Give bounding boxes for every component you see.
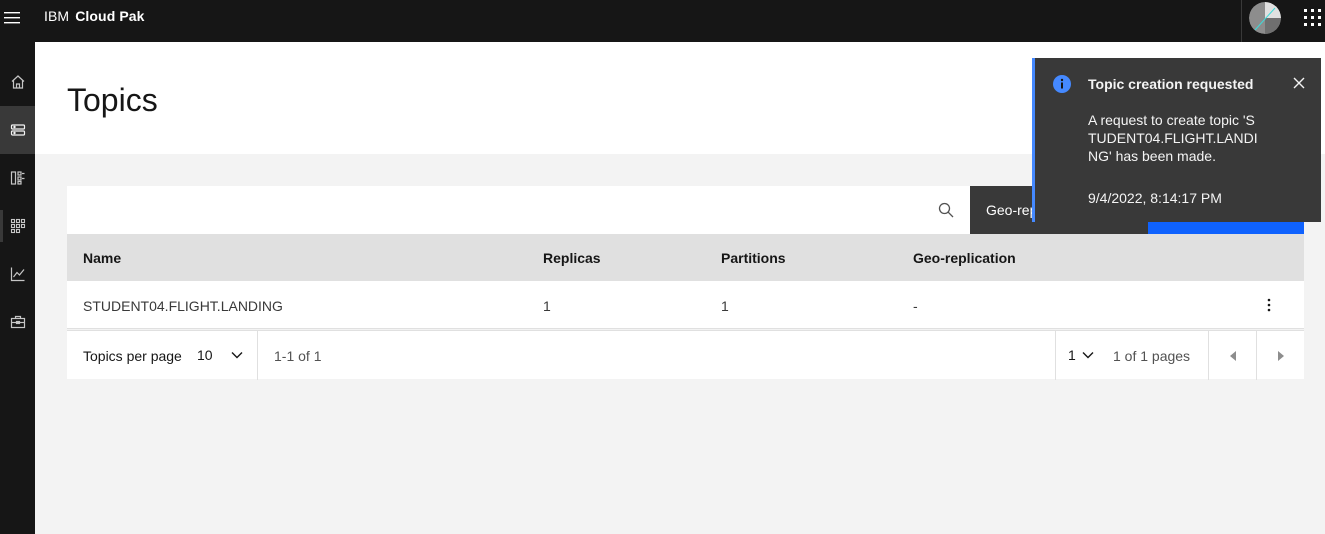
toast-notification: Topic creation requested A request to cr… xyxy=(1032,58,1321,222)
nav-item-home[interactable] xyxy=(0,58,35,106)
hamburger-menu-icon[interactable] xyxy=(0,0,24,36)
search-input[interactable] xyxy=(67,186,970,234)
toast-subtitle: A request to create topic 'STUDENT04.FLI… xyxy=(1088,112,1258,164)
item-range-text: 1-1 of 1 xyxy=(274,348,322,364)
toast-timestamp: 9/4/2022, 8:14:17 PM xyxy=(1088,190,1222,206)
replicas-cell: 1 xyxy=(543,298,551,314)
nav-item-schemas[interactable] xyxy=(0,154,35,202)
caret-left-icon xyxy=(1230,350,1236,361)
brand-prefix: IBM xyxy=(44,8,70,24)
previous-page-button[interactable] xyxy=(1209,331,1257,380)
info-icon xyxy=(1053,75,1071,93)
pagination-divider xyxy=(1055,331,1056,380)
items-per-page-value: 10 xyxy=(197,347,213,363)
items-per-page-select[interactable]: 10 xyxy=(197,339,257,371)
top-header: IBM Cloud Pak xyxy=(0,0,1325,42)
brand-name: Cloud Pak xyxy=(75,8,145,24)
pagination-divider xyxy=(257,331,258,380)
search-icon[interactable] xyxy=(936,200,956,220)
column-header-name[interactable]: Name xyxy=(83,250,121,266)
geo-replication-cell: - xyxy=(913,298,918,314)
pagination: Topics per page 10 1-1 of 1 1 1 of 1 pag… xyxy=(67,330,1305,380)
page-count-text: 1 of 1 pages xyxy=(1113,348,1191,364)
nav-item-topics[interactable] xyxy=(0,106,35,154)
toast-title: Topic creation requested xyxy=(1088,76,1254,92)
consumer-groups-icon xyxy=(10,218,25,234)
column-header-partitions[interactable]: Partitions xyxy=(721,250,786,266)
topic-name-cell[interactable]: STUDENT04.FLIGHT.LANDING xyxy=(83,298,283,314)
next-page-button[interactable] xyxy=(1257,331,1305,380)
close-icon[interactable] xyxy=(1289,73,1309,93)
chevron-down-icon xyxy=(231,351,243,359)
side-navigation xyxy=(0,42,35,534)
schema-icon xyxy=(10,171,24,185)
user-avatar-icon[interactable] xyxy=(1249,2,1281,34)
product-name[interactable]: IBM Cloud Pak xyxy=(44,8,145,24)
toolbox-icon xyxy=(10,315,25,329)
items-per-page-label: Topics per page xyxy=(83,348,182,364)
table-row[interactable]: STUDENT04.FLIGHT.LANDING 1 1 - xyxy=(67,281,1304,329)
table-header: Name Replicas Partitions Geo-replication xyxy=(67,234,1304,281)
column-header-geo-replication[interactable]: Geo-replication xyxy=(913,250,1016,266)
app-switcher-grid-icon[interactable] xyxy=(1301,6,1325,30)
caret-right-icon xyxy=(1278,350,1284,361)
topics-icon xyxy=(10,124,25,136)
page-number-select[interactable]: 1 xyxy=(1068,339,1108,371)
nav-item-toolbox[interactable] xyxy=(0,298,35,346)
nav-item-consumer-groups[interactable] xyxy=(0,202,35,250)
partitions-cell: 1 xyxy=(721,298,729,314)
topics-table: Name Replicas Partitions Geo-replication… xyxy=(67,234,1304,329)
overflow-menu-icon[interactable] xyxy=(1256,295,1282,315)
header-divider xyxy=(1241,0,1242,42)
monitoring-chart-icon xyxy=(10,267,24,282)
column-header-replicas[interactable]: Replicas xyxy=(543,250,601,266)
chevron-down-icon xyxy=(1082,351,1094,359)
nav-item-monitoring[interactable] xyxy=(0,250,35,298)
page-number-value: 1 xyxy=(1068,347,1076,363)
home-icon xyxy=(11,75,24,89)
page-title: Topics xyxy=(67,82,158,118)
